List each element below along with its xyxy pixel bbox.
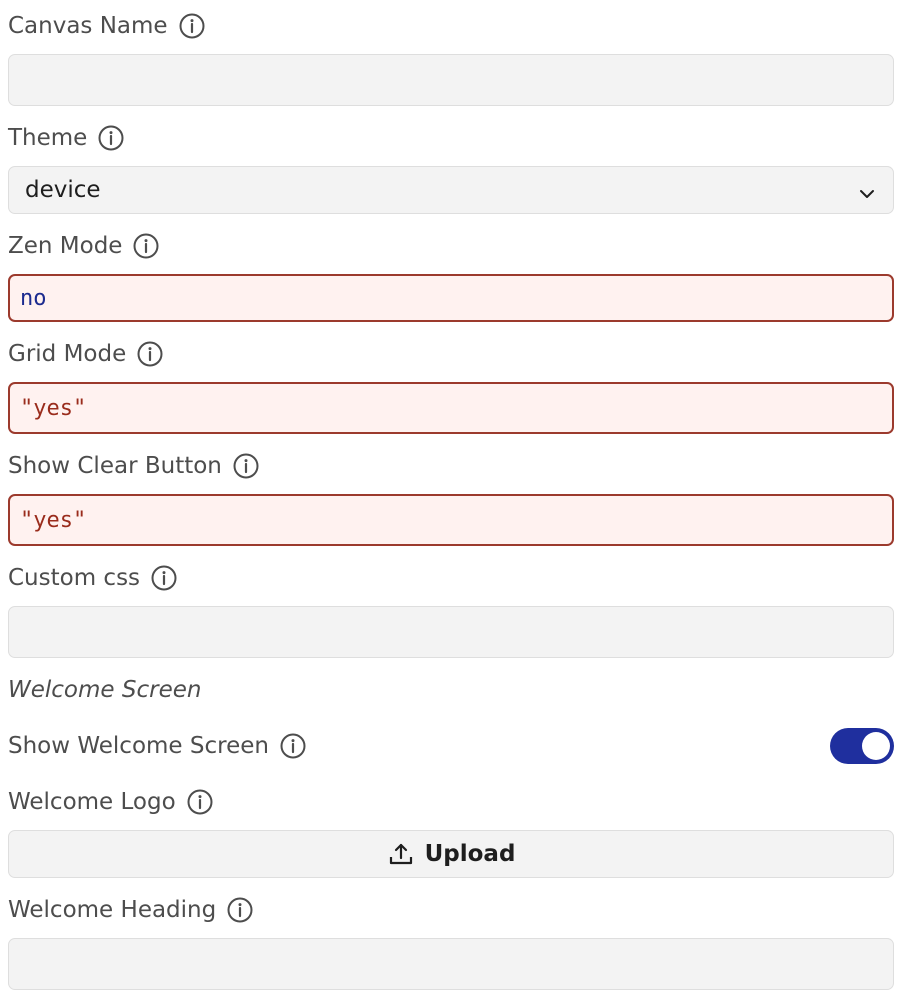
info-circle-icon[interactable]: [179, 13, 205, 39]
upload-button-label: Upload: [424, 841, 516, 867]
grid-mode-value: "yes": [20, 395, 87, 421]
welcome-logo-label: Welcome Logo: [8, 789, 176, 815]
info-circle-icon[interactable]: [187, 789, 213, 815]
theme-label-row: Theme: [8, 120, 124, 156]
info-circle-icon[interactable]: [133, 233, 159, 259]
info-circle-icon[interactable]: [98, 125, 124, 151]
upload-button[interactable]: Upload: [8, 830, 894, 878]
grid-mode-label-row: Grid Mode: [8, 336, 163, 372]
show-clear-button-label-row: Show Clear Button: [8, 448, 259, 484]
theme-selected-value: device: [25, 177, 101, 203]
grid-mode-label: Grid Mode: [8, 341, 127, 367]
canvas-name-input[interactable]: [8, 54, 894, 106]
chevron-down-icon: [859, 182, 875, 198]
info-circle-icon[interactable]: [137, 341, 163, 367]
show-clear-button-value: "yes": [20, 507, 87, 533]
info-circle-icon[interactable]: [151, 565, 177, 591]
toggle-knob: [862, 732, 890, 760]
custom-css-input[interactable]: [8, 606, 894, 658]
show-clear-button-label: Show Clear Button: [8, 453, 222, 479]
info-circle-icon[interactable]: [227, 897, 253, 923]
custom-css-label: Custom css: [8, 565, 141, 591]
welcome-screen-section-title: Welcome Screen: [8, 677, 202, 703]
canvas-name-label-row: Canvas Name: [8, 8, 205, 44]
info-circle-icon[interactable]: [233, 453, 259, 479]
theme-label: Theme: [8, 125, 88, 151]
show-welcome-screen-label: Show Welcome Screen: [8, 733, 269, 759]
show-clear-button-code-field[interactable]: "yes": [8, 494, 894, 546]
custom-css-label-row: Custom css: [8, 560, 177, 596]
welcome-heading-input[interactable]: [8, 938, 894, 990]
canvas-name-label: Canvas Name: [8, 13, 168, 39]
zen-mode-label-row: Zen Mode: [8, 228, 159, 264]
welcome-heading-label: Welcome Heading: [8, 897, 217, 923]
zen-mode-code-field[interactable]: no: [8, 274, 894, 322]
show-welcome-screen-label-row: Show Welcome Screen: [8, 728, 306, 764]
info-circle-icon[interactable]: [280, 733, 306, 759]
zen-mode-value: no: [20, 285, 47, 311]
welcome-logo-label-row: Welcome Logo: [8, 784, 213, 820]
zen-mode-label: Zen Mode: [8, 233, 123, 259]
show-welcome-screen-toggle[interactable]: [830, 728, 894, 764]
grid-mode-code-field[interactable]: "yes": [8, 382, 894, 434]
upload-icon: [387, 840, 415, 868]
welcome-heading-label-row: Welcome Heading: [8, 892, 253, 928]
theme-select[interactable]: device: [8, 166, 894, 214]
